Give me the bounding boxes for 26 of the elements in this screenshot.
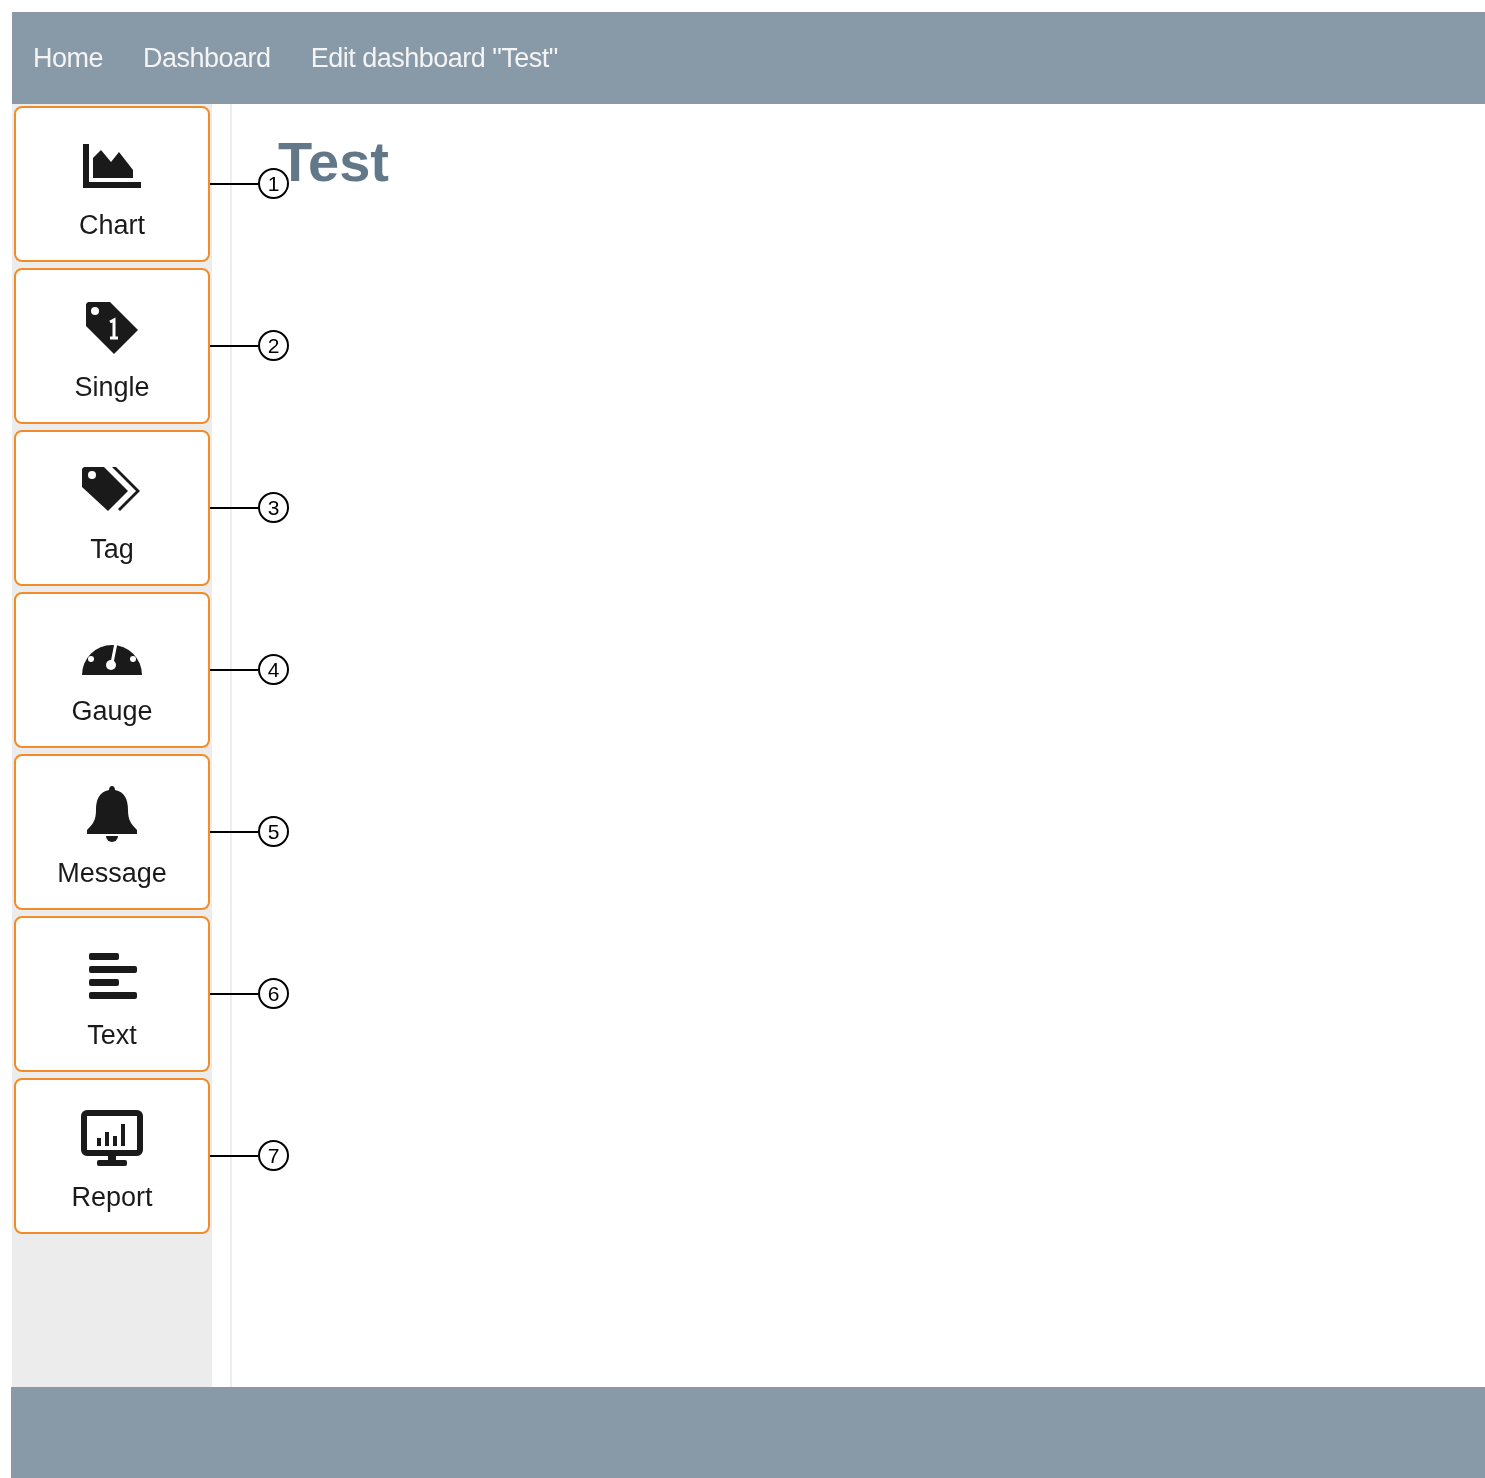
area-chart-icon <box>83 144 141 188</box>
callout-number: 5 <box>258 816 289 847</box>
numbered-tag-icon <box>84 300 140 356</box>
callout-number: 1 <box>258 168 289 199</box>
leader-line <box>210 992 258 995</box>
widget-button[interactable]: Gauge <box>14 592 210 748</box>
widget-button[interactable]: Message <box>14 754 210 910</box>
widget-button[interactable]: Chart <box>14 106 210 262</box>
monitor-chart-icon <box>81 1110 143 1166</box>
callout-number: 7 <box>258 1140 289 1171</box>
leader-line <box>210 506 258 509</box>
bell-icon <box>87 786 137 842</box>
leader-line <box>210 830 258 833</box>
callout-number: 4 <box>258 654 289 685</box>
widget-button[interactable]: Report <box>14 1078 210 1234</box>
leader-line <box>210 182 258 185</box>
callout-number: 2 <box>258 330 289 361</box>
leader-line <box>210 1154 258 1157</box>
callout-number: 3 <box>258 492 289 523</box>
widget-button[interactable]: Tag <box>14 430 210 586</box>
leader-line <box>210 668 258 671</box>
leader-line <box>210 344 258 347</box>
text-align-icon <box>87 951 137 1001</box>
widget-button[interactable]: Single <box>14 268 210 424</box>
callout-number: 6 <box>258 978 289 1009</box>
widget-button[interactable]: Text <box>14 916 210 1072</box>
